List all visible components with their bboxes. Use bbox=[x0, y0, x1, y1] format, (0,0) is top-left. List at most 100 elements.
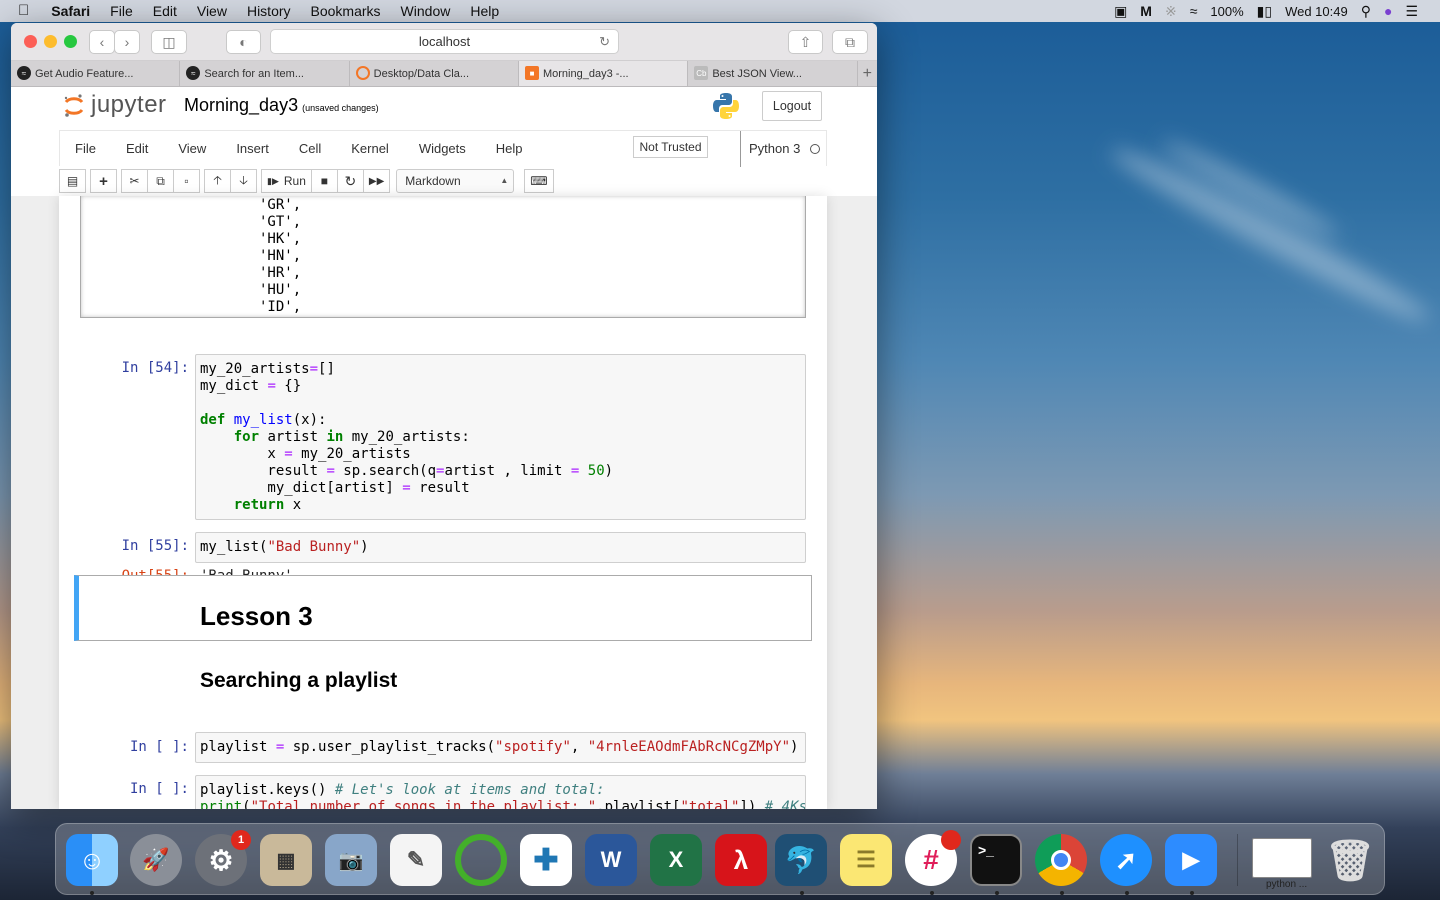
battery-icon[interactable]: ▮▯ bbox=[1257, 3, 1272, 20]
forward-button[interactable]: › bbox=[114, 30, 140, 54]
not-trusted-button[interactable]: Not Trusted bbox=[633, 136, 708, 158]
trash-icon[interactable]: 🗑 bbox=[1324, 834, 1376, 886]
command-palette-icon[interactable]: ⌨ bbox=[524, 169, 554, 193]
reload-icon[interactable]: ↻ bbox=[599, 30, 610, 53]
insert-cell-icon[interactable]: + bbox=[90, 169, 117, 193]
run-button[interactable]: ▮▶ Run bbox=[261, 169, 312, 193]
output-line: 'GT', bbox=[259, 214, 302, 230]
safari-icon[interactable]: ➚ bbox=[1100, 834, 1152, 886]
acrobat-icon[interactable]: λ bbox=[715, 834, 767, 886]
cell-type-select[interactable]: Markdown ▲▼ bbox=[396, 169, 515, 207]
zoom-status-icon[interactable]: ▣ bbox=[1114, 3, 1127, 20]
code-cell[interactable]: my_list("Bad Bunny") bbox=[195, 532, 806, 563]
siri-icon[interactable]: ● bbox=[1384, 3, 1392, 19]
move-down-icon[interactable]: 🡣 bbox=[230, 169, 257, 193]
restart-icon[interactable]: ↻ bbox=[336, 169, 364, 193]
selected-markdown-cell[interactable] bbox=[74, 575, 812, 641]
wifi-icon[interactable]: ≈ bbox=[1190, 3, 1198, 19]
notes-icon[interactable]: ☰ bbox=[840, 834, 892, 886]
menu-insert[interactable]: Insert bbox=[221, 141, 284, 156]
back-button[interactable]: ‹ bbox=[89, 30, 115, 54]
notebook-scroll-area[interactable]: 'GR', 'GT', 'HK', 'HN', 'HR', 'HU', 'ID'… bbox=[11, 196, 877, 809]
zoom-icon[interactable]: ▶ bbox=[1165, 834, 1217, 886]
preview-icon[interactable]: 📷 bbox=[325, 834, 377, 886]
code-text: for bbox=[233, 429, 260, 445]
close-window-button[interactable] bbox=[24, 35, 37, 48]
menu-view[interactable]: View bbox=[163, 141, 221, 156]
sidebar-toggle-icon[interactable]: ◫ bbox=[151, 30, 187, 54]
chrome-icon[interactable] bbox=[1035, 834, 1087, 886]
code-cell[interactable]: playlist.keys() # Let's look at items an… bbox=[195, 775, 806, 809]
running-indicator bbox=[930, 891, 934, 895]
notebook-title[interactable]: Morning_day3 (unsaved changes) bbox=[184, 95, 379, 116]
address-bar[interactable]: localhost ↻ bbox=[270, 29, 619, 54]
tab-spotify-audio-features[interactable]: ≈ Get Audio Feature... bbox=[11, 61, 181, 86]
restart-run-all-icon[interactable]: ▶▶ bbox=[362, 169, 391, 193]
malwarebytes-icon[interactable]: M bbox=[1140, 3, 1152, 19]
code-text: my_list( bbox=[200, 539, 268, 555]
bluetooth-icon[interactable]: ※ bbox=[1165, 3, 1177, 20]
show-all-tabs-icon[interactable]: ⧉ bbox=[832, 30, 868, 54]
calculator-icon[interactable]: ▦ bbox=[260, 834, 312, 886]
logout-button[interactable]: Logout bbox=[762, 91, 822, 121]
menubar-window[interactable]: Window bbox=[391, 0, 461, 22]
menubar-view[interactable]: View bbox=[187, 0, 237, 22]
save-icon[interactable]: ▤ bbox=[59, 169, 86, 193]
input-prompt: In [ ]: bbox=[129, 781, 189, 797]
apple-icon[interactable]:  bbox=[0, 0, 41, 22]
zoom-window-button[interactable] bbox=[64, 35, 77, 48]
copy-icon[interactable]: ⧉ bbox=[147, 169, 174, 193]
tab-best-json-viewer[interactable]: Cb Best JSON View... bbox=[688, 61, 858, 86]
new-tab-button[interactable]: + bbox=[858, 61, 877, 86]
code-text: (x): bbox=[292, 412, 327, 428]
menubar-edit[interactable]: Edit bbox=[143, 0, 187, 22]
spotlight-search-icon[interactable]: ⚲ bbox=[1361, 3, 1371, 20]
menubar-bookmarks[interactable]: Bookmarks bbox=[301, 0, 391, 22]
code-text: "Total number of songs in the playlist: … bbox=[250, 799, 597, 809]
minimize-window-button[interactable] bbox=[44, 35, 57, 48]
privacy-shield-icon[interactable]: ◐ bbox=[226, 30, 261, 54]
tab-spotify-search[interactable]: ≈ Search for an Item... bbox=[180, 61, 350, 86]
move-up-icon[interactable]: 🡡 bbox=[204, 169, 231, 193]
jupyter-logo-icon[interactable] bbox=[63, 93, 85, 119]
dock-separator bbox=[1237, 834, 1238, 886]
code-text: playlist bbox=[200, 739, 276, 755]
textedit-icon[interactable]: ✎ bbox=[390, 834, 442, 886]
menu-help[interactable]: Help bbox=[481, 141, 538, 156]
jupyter-brand[interactable]: jupyter bbox=[91, 91, 167, 119]
tableau-icon[interactable]: ✚ bbox=[520, 834, 572, 886]
menu-widgets[interactable]: Widgets bbox=[404, 141, 481, 156]
scrolled-output-area[interactable]: 'GR', 'GT', 'HK', 'HN', 'HR', 'HU', 'ID'… bbox=[80, 196, 806, 318]
code-cell[interactable]: playlist = sp.user_playlist_tracks("spot… bbox=[195, 732, 806, 763]
menu-edit[interactable]: Edit bbox=[111, 141, 163, 156]
menubar-help[interactable]: Help bbox=[460, 0, 509, 22]
paste-icon[interactable]: ▫ bbox=[173, 169, 200, 193]
minimized-window-thumbnail[interactable] bbox=[1252, 838, 1312, 878]
menu-cell[interactable]: Cell bbox=[284, 141, 336, 156]
slack-icon[interactable]: # bbox=[905, 830, 961, 886]
word-icon[interactable]: W bbox=[585, 834, 637, 886]
menubar-file[interactable]: File bbox=[100, 0, 143, 22]
share-icon[interactable]: ⇧ bbox=[788, 30, 823, 54]
notification-center-icon[interactable]: ☰ bbox=[1405, 3, 1418, 20]
mysql-workbench-icon[interactable]: 🐬 bbox=[775, 834, 827, 886]
finder-icon[interactable]: ☺ bbox=[66, 834, 118, 886]
notebook-name[interactable]: Morning_day3 bbox=[184, 95, 298, 115]
menubar-clock[interactable]: Wed 10:49 bbox=[1285, 4, 1348, 19]
anaconda-icon[interactable] bbox=[455, 834, 507, 886]
interrupt-icon[interactable]: ■ bbox=[310, 169, 338, 193]
excel-icon[interactable]: X bbox=[650, 834, 702, 886]
launchpad-icon[interactable]: 🚀 bbox=[130, 834, 182, 886]
terminal-icon[interactable]: >_ bbox=[970, 834, 1022, 886]
code-text: = bbox=[284, 446, 293, 462]
code-cell[interactable]: my_20_artists=[] my_dict = {} def my_lis… bbox=[195, 354, 806, 520]
menu-file[interactable]: File bbox=[60, 141, 111, 156]
tab-morning-day3[interactable]: ■ Morning_day3 -... bbox=[518, 61, 689, 86]
system-preferences-icon[interactable]: ⚙ 1 bbox=[195, 830, 251, 886]
cut-icon[interactable]: ✂ bbox=[121, 169, 148, 193]
tab-jupyter-desktop[interactable]: Desktop/Data Cla... bbox=[350, 61, 519, 86]
menubar-history[interactable]: History bbox=[237, 0, 301, 22]
menubar-app-name[interactable]: Safari bbox=[41, 0, 100, 22]
menu-kernel[interactable]: Kernel bbox=[336, 141, 404, 156]
